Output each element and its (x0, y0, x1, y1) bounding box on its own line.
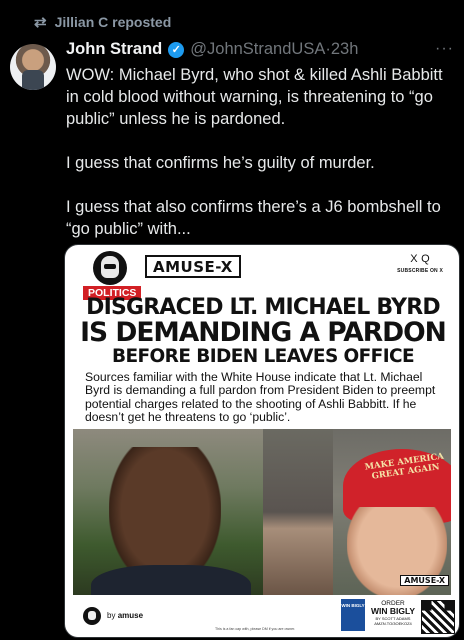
article-body: Sources familiar with the White House in… (85, 370, 436, 425)
order-block: ORDER WIN BIGLY BY SCOTT ADAMS AMZN.TO/3… (367, 600, 419, 626)
brand-logo: AMUSE-X (145, 255, 241, 278)
post-media-image[interactable]: AMUSE-X X Q SUBSCRIBE ON X POLITICS DISG… (64, 244, 460, 638)
more-options-icon[interactable]: ··· (435, 40, 454, 58)
brand-stamp: AMUSE-X (400, 575, 449, 586)
x-search-icons: X Q (410, 253, 430, 265)
headline-line: DISGRACED LT. MICHAEL BYRD (86, 295, 441, 320)
subscribe-block: X Q SUBSCRIBE ON X (397, 253, 443, 274)
author-handle[interactable]: @JohnStrandUSA·23h (190, 40, 358, 59)
photo-middle-panel (263, 429, 333, 595)
amuse-logo-icon (83, 607, 101, 625)
verified-badge-icon: ✓ (168, 41, 185, 58)
post-header: John Strand ✓ @JohnStrandUSA·23h (66, 40, 454, 59)
qr-code-icon (421, 600, 455, 634)
order-link: AMZN.TO/3OEKOZ4 (374, 621, 412, 626)
headline: DISGRACED LT. MICHAEL BYRD IS DEMANDING … (79, 297, 447, 366)
order-title: WIN BIGLY (370, 606, 416, 616)
repost-icon: ⇄ (34, 13, 47, 31)
stormtrooper-logo-icon (93, 251, 127, 285)
byline-prefix: by (107, 611, 116, 620)
book-cover: WIN BIGLY (341, 599, 365, 631)
footer-note: This is a fan cap with, please DM if you… (215, 627, 296, 631)
post-paragraph: I guess that confirms he’s guilty of mur… (66, 154, 375, 172)
byline: by amuse (107, 611, 143, 620)
media-footer: by amuse This is a fan cap with, please … (65, 597, 459, 637)
byline-name: amuse (117, 611, 144, 620)
headline-line: BEFORE BIDEN LEAVES OFFICE (111, 345, 415, 367)
repost-text: Jillian C reposted (54, 14, 172, 30)
post-time: 23h (330, 40, 359, 58)
repost-indicator[interactable]: ⇄ Jillian C reposted (34, 14, 171, 30)
handle-text: @JohnStrandUSA (190, 40, 326, 58)
article-photo: MAKE AMERICA GREAT AGAIN (73, 429, 451, 595)
post-text: WOW: Michael Byrd, who shot & killed Ash… (66, 64, 456, 240)
subscribe-text: SUBSCRIBE ON X (397, 268, 443, 274)
photo-left-panel (73, 429, 263, 595)
post-paragraph: WOW: Michael Byrd, who shot & killed Ash… (66, 66, 443, 128)
media-header: AMUSE-X X Q SUBSCRIBE ON X (65, 245, 459, 289)
headline-line: IS DEMANDING A PARDON (80, 317, 447, 348)
post-paragraph: I guess that also confirms there’s a J6 … (66, 198, 441, 238)
avatar[interactable] (10, 44, 56, 90)
suit-collar (91, 565, 251, 595)
author-name[interactable]: John Strand (66, 40, 162, 59)
